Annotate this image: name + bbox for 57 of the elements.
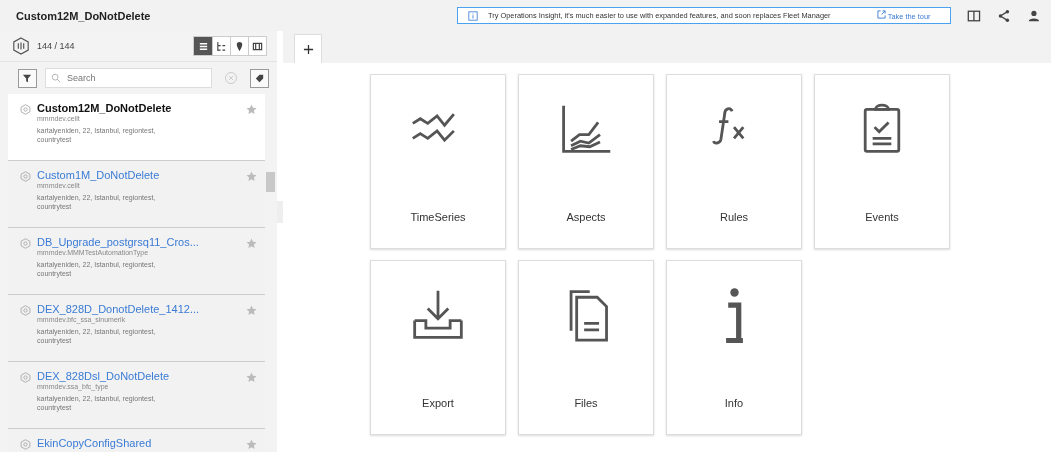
info-icon [723, 287, 745, 343]
tile-label: Rules [719, 211, 749, 223]
asset-name: DEX_828D_DonotDelete_1412... [37, 303, 201, 315]
asset-name: Custom1M_DoNotDelete [37, 169, 161, 181]
search-icon [51, 73, 61, 83]
tile-label: Aspects [566, 211, 606, 223]
tile-label: Files [574, 397, 598, 409]
files-tile[interactable]: Files [518, 260, 654, 435]
plus-icon [302, 43, 314, 55]
asset-name: Custom12M_DoNotDelete [37, 102, 173, 114]
asset-icon [20, 238, 31, 249]
tile-label: TimeSeries [410, 211, 466, 223]
asset-name: DB_Upgrade_postgrsq11_Cros... [37, 236, 200, 248]
tree-icon [216, 40, 227, 52]
star-icon[interactable] [246, 238, 257, 249]
asset-icon [20, 305, 31, 316]
rules-tile[interactable]: Rules [666, 74, 802, 249]
star-icon[interactable] [246, 439, 257, 450]
map-icon [234, 40, 245, 52]
share-icon[interactable] [997, 8, 1012, 23]
tag-icon [254, 72, 265, 84]
tag-button[interactable] [250, 68, 269, 88]
external-link-icon [876, 10, 886, 19]
add-tab-button[interactable] [294, 34, 322, 63]
filter-icon [22, 72, 33, 84]
tree-view-button[interactable] [212, 37, 230, 55]
tile-label: Info [724, 397, 744, 409]
asset-icon [20, 439, 31, 450]
list-view-button[interactable] [194, 37, 212, 55]
panel-view-button[interactable] [248, 37, 266, 55]
list-icon [197, 40, 209, 52]
info-tile[interactable]: Info [666, 260, 802, 435]
asset-name: DEX_828Dsl_DoNotDelete [37, 370, 171, 382]
user-icon[interactable] [1027, 8, 1041, 23]
star-icon[interactable] [246, 372, 257, 383]
timeseries-tile[interactable]: TimeSeries [370, 74, 506, 249]
filter-button[interactable] [18, 68, 37, 88]
asset-name: EkinCopyConfigShared [37, 437, 153, 449]
map-view-button[interactable] [230, 37, 248, 55]
panel-icon [252, 40, 263, 52]
asset-title: Custom12M_DoNotDelete [16, 9, 152, 22]
star-icon[interactable] [246, 104, 257, 115]
search-field[interactable]: Search [45, 68, 212, 88]
tile-label: Export [422, 397, 454, 409]
split-view-icon[interactable] [967, 8, 982, 23]
export-tile[interactable]: Export [370, 260, 506, 435]
asset-icon [20, 372, 31, 383]
tile-label: Events [865, 211, 899, 223]
asset-icon [20, 171, 31, 182]
asset-icon [12, 37, 30, 55]
info-icon [468, 10, 479, 21]
asset-icon [20, 104, 31, 115]
aspects-tile[interactable]: Aspects [518, 74, 654, 249]
events-tile[interactable]: Events [814, 74, 950, 249]
asset-count: 144 / 144 [37, 41, 76, 51]
star-icon[interactable] [246, 171, 257, 182]
star-icon[interactable] [246, 305, 257, 316]
